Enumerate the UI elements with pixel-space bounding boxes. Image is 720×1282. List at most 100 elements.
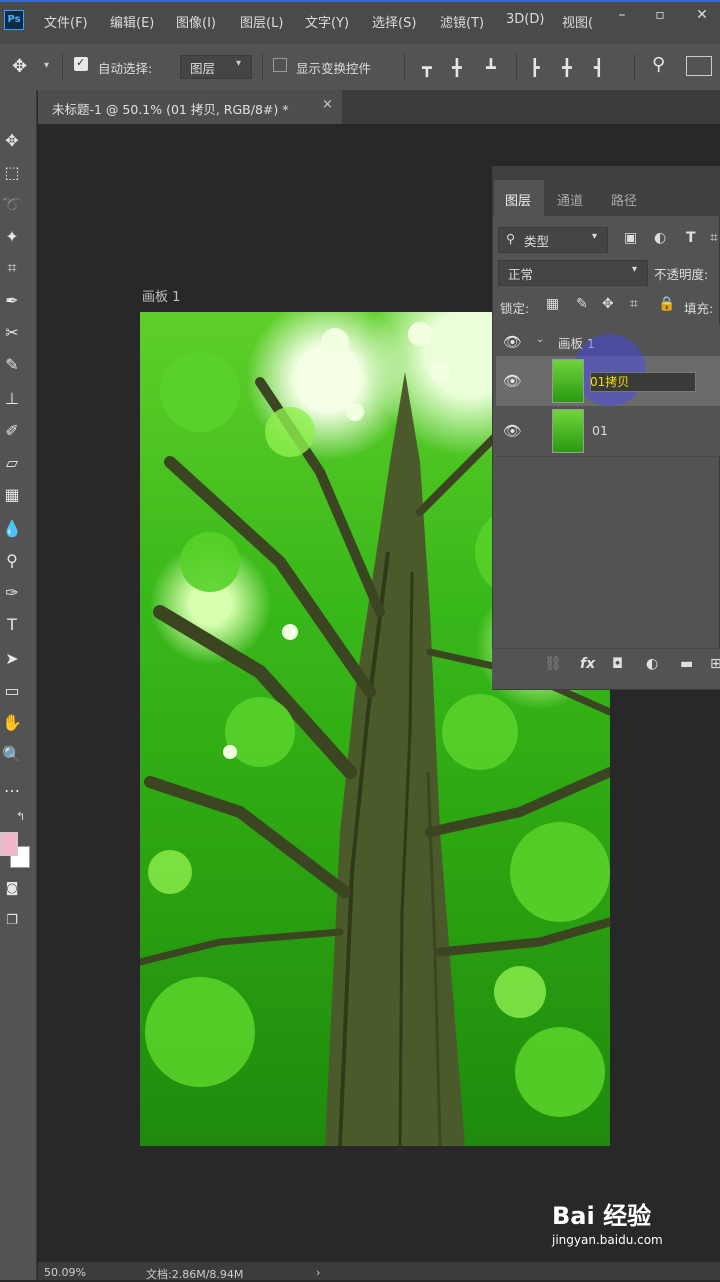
zoom-level[interactable]: 50.09% — [44, 1266, 86, 1279]
adjustment-filter-icon[interactable]: ◐ — [654, 230, 666, 246]
tab-close-icon[interactable]: × — [322, 97, 333, 112]
visibility-eye-icon[interactable]: 👁 — [503, 333, 522, 351]
lock-transparent-icon[interactable]: ▦ — [546, 296, 559, 312]
menu-3d[interactable]: 3D(D) — [506, 12, 544, 27]
auto-select-value: 图层 — [190, 61, 216, 76]
align-vcenter-icon[interactable]: ╋ — [452, 58, 470, 77]
lock-position-icon[interactable]: ✥ — [602, 296, 614, 312]
watermark-url: jingyan.baidu.com — [552, 1233, 663, 1247]
maximize-icon[interactable]: ▫ — [652, 8, 668, 22]
layer-name: 01 — [592, 423, 608, 438]
new-layer-icon[interactable]: ⊞ — [710, 656, 720, 672]
lock-all-icon[interactable]: 🔒 — [658, 296, 675, 312]
chevron-down-icon[interactable]: ▾ — [44, 60, 49, 71]
opacity-label: 不透明度: — [654, 267, 709, 282]
more-tools-icon[interactable]: … — [0, 774, 24, 798]
blend-mode-value: 正常 — [508, 267, 534, 282]
status-bar — [38, 1262, 720, 1280]
eyedropper-tool-icon[interactable]: ✒ — [0, 288, 24, 312]
document-tab-label: 未标题-1 @ 50.1% (01 拷贝, RGB/8#) * — [52, 102, 289, 117]
search-icon[interactable]: ⚲ — [652, 54, 665, 75]
lock-pixels-icon[interactable]: ✎ — [576, 296, 588, 312]
align-bottom-icon[interactable]: ┻ — [486, 58, 504, 77]
tab-channels[interactable]: 通道 — [557, 190, 583, 209]
rectangle-tool-icon[interactable]: ▭ — [0, 678, 24, 702]
align-hcenter-icon[interactable]: ╋ — [562, 58, 580, 77]
gradient-tool-icon[interactable]: ▦ — [0, 482, 24, 506]
align-left-icon[interactable]: ┣ — [530, 58, 548, 77]
eraser-tool-icon[interactable]: ▱ — [0, 450, 24, 474]
menu-select[interactable]: 选择(S) — [372, 12, 416, 31]
layer-name-text: 01拷贝 — [590, 375, 630, 389]
menu-edit[interactable]: 编辑(E) — [110, 12, 154, 31]
tab-paths[interactable]: 路径 — [611, 190, 637, 209]
stamp-tool-icon[interactable]: ⊥ — [0, 386, 24, 410]
tab-layers[interactable]: 图层 — [505, 190, 531, 209]
layer-thumbnail — [552, 359, 584, 403]
divider — [634, 54, 635, 80]
history-brush-tool-icon[interactable]: ✐ — [0, 418, 24, 442]
fill-label: 填充: — [684, 301, 714, 316]
adjustment-layer-icon[interactable]: ◐ — [646, 656, 658, 672]
menu-bar — [0, 0, 720, 44]
zoom-tool-icon[interactable]: 🔍 — [0, 742, 24, 766]
marquee-tool-icon[interactable]: ⬚ — [0, 160, 24, 184]
shape-filter-icon[interactable]: ⌗ — [710, 230, 718, 246]
screen-mode-icon[interactable]: ❐ — [0, 908, 24, 932]
show-transform-checkbox[interactable] — [273, 58, 287, 72]
close-icon[interactable]: ✕ — [694, 8, 710, 22]
type-filter-icon[interactable]: T — [686, 230, 696, 246]
lock-artboard-icon[interactable]: ⌗ — [630, 296, 638, 312]
layer-thumbnail — [552, 409, 584, 453]
chevron-down-icon[interactable]: ⌄ — [536, 334, 544, 345]
menu-image[interactable]: 图像(I) — [176, 12, 216, 31]
watermark-brand: Bai 经验 — [552, 1202, 652, 1230]
align-right-icon[interactable]: ┫ — [594, 58, 612, 77]
workspace-icon[interactable] — [686, 56, 712, 76]
add-mask-icon[interactable]: ◘ — [612, 656, 623, 672]
divider — [404, 54, 405, 80]
divider — [62, 54, 63, 80]
filter-label: 类型 — [524, 234, 550, 249]
pixel-filter-icon[interactable]: ▣ — [624, 230, 637, 246]
quick-mask-icon[interactable]: ◙ — [0, 876, 24, 900]
link-layers-icon[interactable]: ⛓ — [544, 656, 562, 672]
chevron-down-icon: ▾ — [236, 58, 242, 69]
layer-row[interactable] — [496, 406, 720, 457]
menu-filter[interactable]: 滤镜(T) — [440, 12, 484, 31]
align-top-icon[interactable]: ┳ — [422, 58, 440, 77]
healing-tool-icon[interactable]: ✂ — [0, 320, 24, 344]
swap-colors-icon[interactable]: ↰ — [16, 810, 25, 823]
show-transform-label: 显示变换控件 — [296, 61, 372, 76]
lock-label: 锁定: — [500, 301, 530, 316]
move-tool-icon[interactable]: ✥ — [0, 128, 24, 152]
hand-tool-icon[interactable]: ✋ — [0, 710, 24, 734]
chevron-right-icon[interactable]: › — [316, 1266, 320, 1279]
visibility-eye-icon[interactable]: 👁 — [503, 372, 522, 390]
auto-select-checkbox[interactable] — [74, 56, 88, 71]
foreground-color-swatch[interactable] — [0, 832, 18, 856]
type-tool-icon[interactable]: T — [0, 612, 24, 636]
lasso-tool-icon[interactable]: ➰ — [0, 192, 24, 216]
blur-tool-icon[interactable]: 💧 — [0, 516, 24, 540]
divider — [262, 54, 263, 80]
visibility-eye-icon[interactable]: 👁 — [503, 422, 522, 440]
menu-view[interactable]: 视图( — [562, 12, 593, 31]
new-group-icon[interactable]: ▬ — [680, 656, 693, 672]
pen-tool-icon[interactable]: ✑ — [0, 580, 24, 604]
artboard-label: 画板 1 — [142, 290, 181, 305]
fx-icon[interactable]: fx — [580, 656, 595, 672]
move-tool-icon[interactable]: ✥ — [12, 56, 27, 77]
chevron-down-icon: ▾ — [592, 231, 598, 242]
minimize-icon[interactable]: – — [614, 8, 630, 22]
path-select-tool-icon[interactable]: ➤ — [0, 646, 24, 670]
menu-file[interactable]: 文件(F) — [44, 12, 88, 31]
menu-type[interactable]: 文字(Y) — [305, 12, 349, 31]
magic-wand-tool-icon[interactable]: ✦ — [0, 224, 24, 248]
dodge-tool-icon[interactable]: ⚲ — [0, 548, 24, 572]
menu-layer[interactable]: 图层(L) — [240, 12, 283, 31]
crop-tool-icon[interactable]: ⌗ — [0, 256, 24, 280]
baidu-watermark: Bai 经验 jingyan.baidu.com — [552, 1196, 663, 1247]
auto-select-label: 自动选择: — [98, 61, 153, 76]
brush-tool-icon[interactable]: ✎ — [0, 352, 24, 376]
